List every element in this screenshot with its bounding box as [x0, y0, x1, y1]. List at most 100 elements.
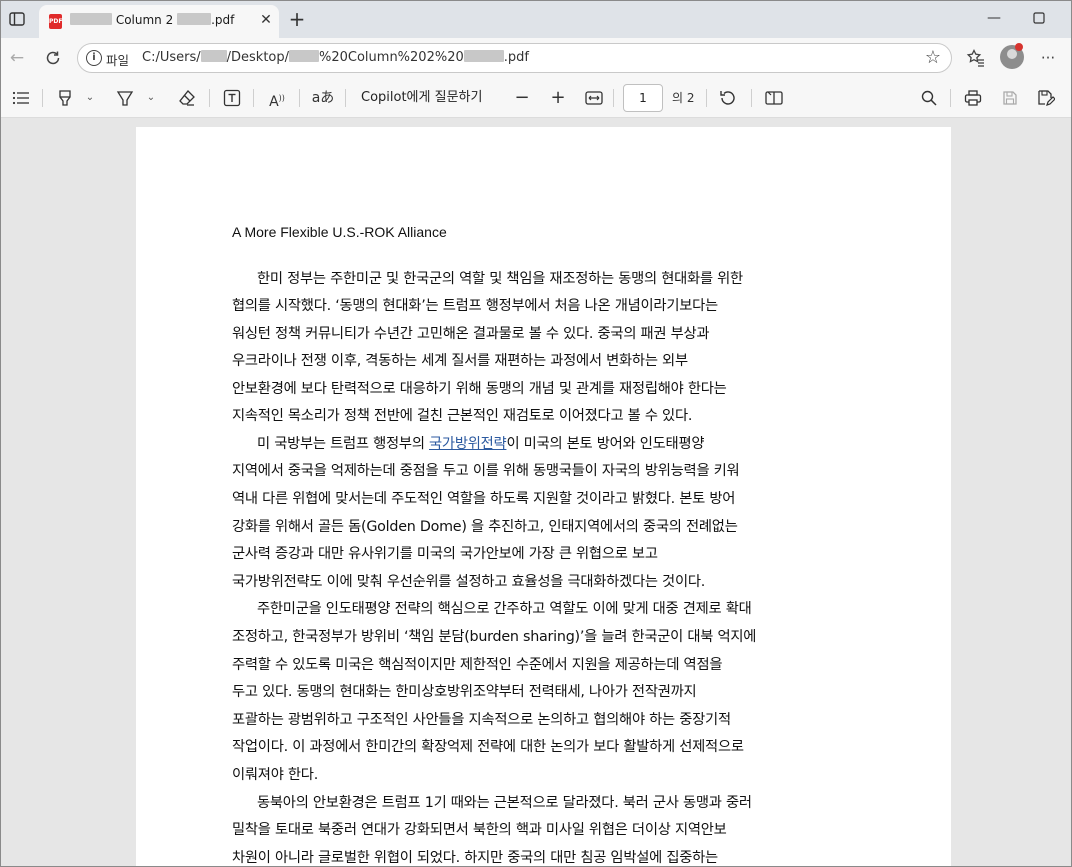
paragraph-line: 주력할 수 있도록 미국은 핵심적이지만 제한적인 수준에서 지원을 제공하는데… — [232, 657, 723, 673]
rotate-icon — [720, 91, 735, 105]
back-button[interactable]: ← — [5, 46, 29, 70]
refresh-button[interactable] — [41, 46, 65, 70]
avatar-head — [1007, 49, 1017, 59]
table-of-contents-icon — [12, 91, 29, 105]
paragraph-line: 동북아의 안보환경은 트럼프 1기 때와는 근본적으로 달라졌다. 북러 군사 … — [257, 795, 752, 811]
paragraph-line: 국가방위전략도 이에 맞춰 우선순위를 설정하고 효율성을 극대화하겠다는 것이… — [232, 574, 706, 590]
fit-to-width-button[interactable] — [583, 86, 605, 110]
site-info-icon[interactable]: i — [86, 50, 102, 66]
address-bar[interactable]: i 파일 C:/Users//Desktop/%20Column%202%20.… — [77, 43, 952, 73]
two-page-view-icon — [765, 91, 783, 105]
favorites-list-icon — [966, 49, 984, 67]
add-text-button[interactable] — [221, 86, 243, 110]
read-aloud-button[interactable]: A)) — [266, 86, 288, 110]
pdf-viewer[interactable]: A More Flexible U.S.-ROK Alliance 한미 정부는… — [1, 119, 1071, 866]
pdf-file-icon: PDF — [49, 14, 62, 29]
redacted-text — [289, 50, 319, 62]
favorite-star-icon[interactable]: ☆ — [925, 47, 941, 68]
tab-active-pdf[interactable]: PDF Column 2 .pdf ✕ — [39, 5, 279, 38]
draw-options-chevron-icon[interactable]: ⌄ — [144, 86, 158, 110]
toolbar-divider — [299, 89, 300, 107]
profile-avatar[interactable] — [1000, 43, 1024, 69]
paragraph-line: 한미 정부는 주한미군 및 한국군의 역할 및 책임을 재조정하는 동맹의 현대… — [257, 271, 743, 287]
redacted-text — [200, 50, 227, 62]
zoom-in-button[interactable]: + — [547, 86, 569, 110]
file-scheme-label: 파일 — [106, 53, 130, 68]
toolbar-divider — [345, 89, 346, 107]
toolbar-divider — [706, 89, 707, 107]
navigation-bar: ← i 파일 C:/Users//Desktop/%20Column%202%2… — [1, 38, 1071, 78]
contents-button[interactable] — [10, 86, 32, 110]
tab-title: Column 2 .pdf — [70, 13, 234, 27]
paragraph-line: 지속적인 목소리가 정책 전반에 걸친 근본적인 재검토로 이어졌다고 볼 수 … — [232, 408, 693, 424]
search-icon — [921, 90, 937, 106]
paragraph-line: 두고 있다. 동맹의 현대화는 한미상호방위조약부터 전력태세, 나아가 전작권… — [232, 684, 697, 700]
tab-strip: PDF Column 2 .pdf ✕ + — — [1, 1, 1071, 38]
paragraph-line: 밀착을 토대로 북중러 연대가 강화되면서 북한의 핵과 미사일 위협은 더이상… — [232, 822, 727, 838]
draw-button[interactable] — [115, 86, 135, 110]
save-as-icon — [1038, 90, 1056, 106]
paragraph-line: 강화를 위해서 골든 돔(Golden Dome) 을 추진하고, 인태지역에서… — [232, 519, 738, 535]
save-disk-icon — [1003, 91, 1017, 105]
page-number-input[interactable]: 1 — [623, 84, 663, 112]
erase-button[interactable] — [176, 86, 198, 110]
tab-actions-button[interactable] — [7, 9, 27, 29]
paragraph-line: 협의를 시작했다. ‘동맹의 현대화’는 트럼프 행정부에서 처음 나온 개념이… — [232, 298, 718, 314]
favorites-button[interactable] — [964, 46, 988, 70]
text-box-icon — [223, 89, 241, 107]
paragraph-line: 안보환경에 보다 탄력적으로 대응하기 위해 동맹의 개념 및 관계를 재정립해… — [232, 381, 727, 397]
redacted-text — [463, 50, 504, 62]
eraser-icon — [179, 90, 195, 106]
pen-draw-icon — [116, 91, 134, 106]
toolbar-divider — [253, 89, 254, 107]
pdf-toolbar: ⌄ ⌄ A)) aあ Copilot에게 질문하기 − + 1 의 2 — [1, 78, 1071, 118]
highlighter-icon — [59, 90, 71, 106]
highlight-options-chevron-icon[interactable]: ⌄ — [83, 86, 97, 110]
national-defense-strategy-link[interactable]: 국가방위전략 — [429, 436, 507, 452]
more-options-button[interactable]: ··· — [1036, 46, 1060, 70]
paragraph-line: 차원이 아니라 글로벌한 위협이 되었다. 하지만 중국의 대만 침공 임박설에… — [232, 850, 718, 866]
printer-icon — [964, 90, 982, 106]
redacted-text — [177, 13, 212, 25]
url-text[interactable]: C:/Users//Desktop/%20Column%202%20 .pdf — [142, 50, 529, 65]
pdf-page: A More Flexible U.S.-ROK Alliance 한미 정부는… — [136, 127, 951, 866]
toolbar-divider — [950, 89, 951, 107]
tab-close-icon[interactable]: ✕ — [257, 11, 275, 29]
paragraph-line: 작업이다. 이 과정에서 한미간의 확장억제 전략에 대한 논의가 보다 활발하… — [232, 739, 744, 755]
minimize-button[interactable]: — — [979, 7, 1009, 29]
toolbar-divider — [613, 89, 614, 107]
tab-actions-icon — [9, 12, 25, 26]
paragraph-line: 우크라이나 전쟁 이후, 격동하는 세계 질서를 재편하는 과정에서 변화하는 … — [232, 353, 688, 369]
paragraph-line: 미 국방부는 트럼프 행정부의 국가방위전략이 미국의 본토 방어와 인도태평양 — [257, 436, 705, 452]
find-button[interactable] — [918, 86, 940, 110]
translate-button[interactable]: aあ — [311, 86, 335, 110]
paragraph-line: 지역에서 중국을 억제하는데 중점을 두고 이를 위해 동맹국들이 자국의 방위… — [232, 463, 740, 479]
print-button[interactable] — [962, 86, 984, 110]
new-tab-button[interactable]: + — [286, 9, 308, 31]
paragraph-line: 이뤄져야 한다. — [232, 767, 319, 783]
maximize-button[interactable] — [1024, 7, 1054, 29]
page-view-button[interactable] — [763, 86, 785, 110]
document-title: A More Flexible U.S.-ROK Alliance — [232, 224, 447, 240]
fit-width-icon — [585, 91, 603, 105]
refresh-icon — [46, 51, 60, 65]
save-button[interactable] — [999, 86, 1021, 110]
rotate-button[interactable] — [717, 86, 739, 110]
paragraph-line: 군사력 증강과 대만 유사위기를 미국의 국가안보에 가장 큰 위협으로 보고 — [232, 546, 658, 562]
toolbar-divider — [209, 89, 210, 107]
toolbar-divider — [751, 89, 752, 107]
paragraph-line: 포괄하는 광범위하고 구조적인 사안들을 지속적으로 논의하고 협의해야 하는 … — [232, 712, 731, 728]
paragraph-line: 역내 다른 위협에 맞서는데 주도적인 역할을 하도록 지원할 것이라고 밝혔다… — [232, 491, 736, 507]
notification-dot — [1015, 43, 1023, 51]
highlight-button[interactable] — [55, 86, 75, 110]
browser-window: PDF Column 2 .pdf ✕ + — ← i 파일 C:/Users/… — [0, 0, 1072, 867]
paragraph-line: 조정하고, 한국정부가 방위비 ‘책임 분담(burden sharing)’을… — [232, 629, 757, 645]
maximize-icon — [1033, 12, 1045, 24]
zoom-out-button[interactable]: − — [511, 86, 533, 110]
toolbar-divider — [42, 89, 43, 107]
copilot-ask-button[interactable]: Copilot에게 질문하기 — [361, 86, 482, 110]
read-aloud-icon: A)) — [269, 93, 285, 110]
page-total-label: 의 2 — [672, 91, 695, 105]
paragraph-line: 주한미군을 인도태평양 전략의 핵심으로 간주하고 역할도 이에 맞게 대중 견… — [257, 601, 752, 617]
save-as-button[interactable] — [1035, 86, 1057, 110]
